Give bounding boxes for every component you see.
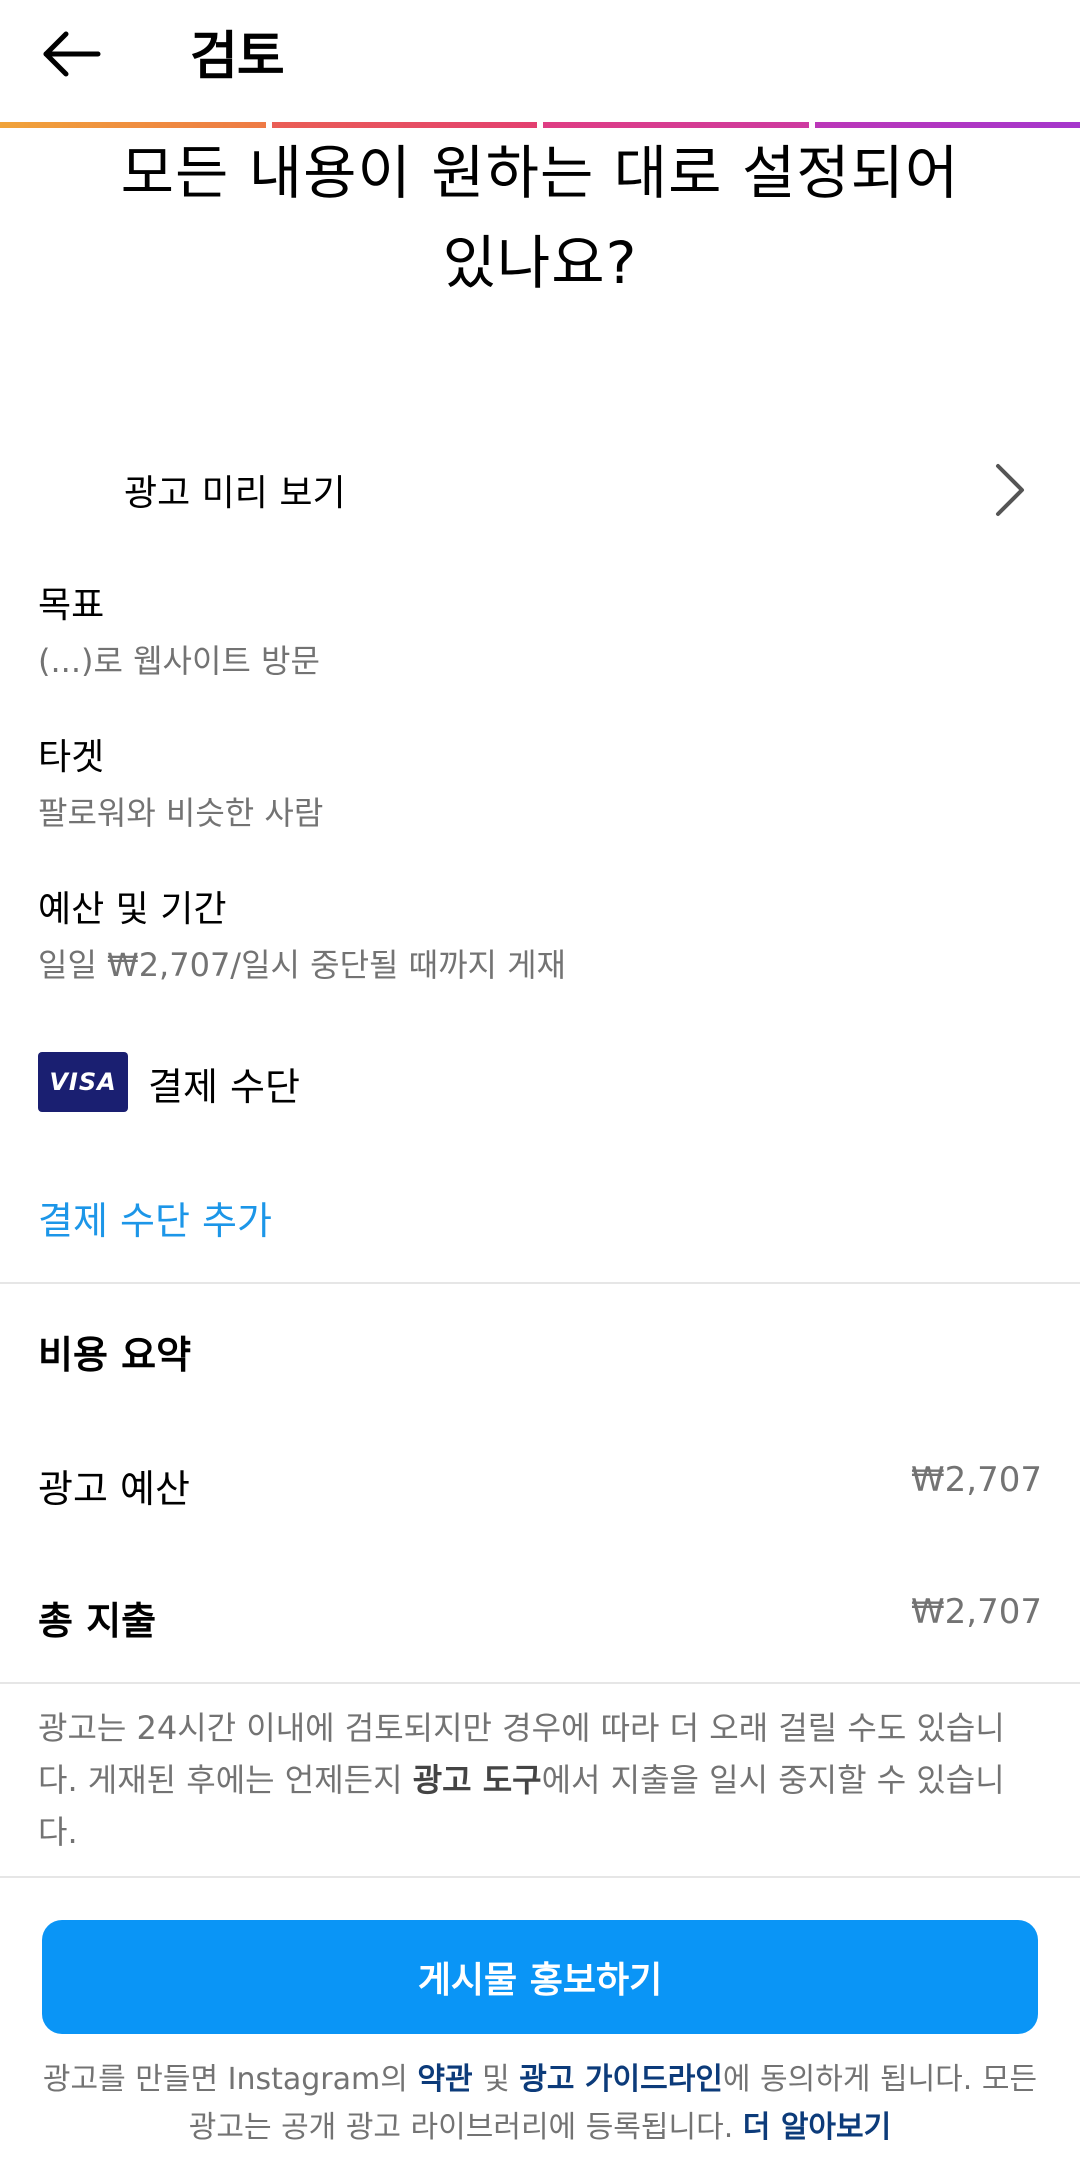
budget-label: 예산 및 기간: [38, 889, 227, 930]
terms-link[interactable]: 약관: [417, 2062, 472, 2097]
visa-card-icon: VISA: [38, 1052, 128, 1112]
cost-summary-title: 비용 요약: [38, 1333, 192, 1377]
goal-value: (...)로 웹사이트 방문: [38, 642, 320, 680]
divider: [0, 1682, 1080, 1684]
target-label: 타겟: [38, 737, 105, 778]
terms-text-1: 광고를 만들면 Instagram의: [42, 2062, 418, 2097]
goal-label: 목표: [38, 585, 105, 626]
divider: [0, 1282, 1080, 1284]
terms-text-2: 및: [472, 2062, 520, 2097]
page-title: 검토: [190, 27, 285, 87]
ad-guidelines-link[interactable]: 광고 가이드라인: [519, 2062, 723, 2097]
budget-duration-section[interactable]: 예산 및 기간 일일 ₩2,707/일시 중단될 때까지 게재: [38, 886, 1038, 988]
heading-line-2: 있나요?: [442, 229, 638, 297]
total-spend-label: 총 지출: [38, 1599, 157, 1643]
review-question-heading: 모든 내용이 원하는 대로 설정되어 있나요?: [60, 128, 1020, 308]
payment-method-row[interactable]: VISA 결제 수단: [38, 1052, 1038, 1112]
review-notice: 광고는 24시간 이내에 검토되지만 경우에 따라 더 오래 걸릴 수도 있습니…: [38, 1702, 1038, 1858]
goal-section[interactable]: 목표 (...)로 웹사이트 방문: [38, 582, 1038, 684]
target-value: 팔로워와 비슷한 사람: [38, 794, 324, 832]
chevron-right-icon: [990, 462, 1030, 518]
top-bar: 검토: [0, 0, 1080, 120]
ad-budget-label: 광고 예산: [38, 1467, 190, 1511]
total-spend-value: ₩2,707: [911, 1592, 1042, 1632]
back-arrow-icon[interactable]: [36, 20, 108, 92]
budget-value: 일일 ₩2,707/일시 중단될 때까지 게재: [38, 946, 566, 984]
heading-line-1: 모든 내용이 원하는 대로 설정되어: [120, 139, 960, 207]
add-payment-method-link[interactable]: 결제 수단 추가: [38, 1190, 272, 1245]
terms-notice: 광고를 만들면 Instagram의 약관 및 광고 가이드라인에 동의하게 됩…: [40, 2056, 1040, 2152]
promote-post-button[interactable]: 게시물 홍보하기: [42, 1920, 1038, 2034]
review-screen: 검토 모든 내용이 원하는 대로 설정되어 있나요? 광고 미리 보기 목표 (…: [0, 0, 1080, 2168]
learn-more-link[interactable]: 더 알아보기: [743, 2110, 891, 2145]
target-section[interactable]: 타겟 팔로워와 비슷한 사람: [38, 734, 1038, 836]
ad-preview-label: 광고 미리 보기: [124, 473, 346, 514]
ad-budget-row: 광고 예산 ₩2,707: [38, 1458, 1042, 1518]
ad-preview-row[interactable]: 광고 미리 보기: [0, 440, 1080, 540]
divider: [0, 1876, 1080, 1878]
ad-tools-text: 광고 도구: [412, 1761, 542, 1799]
total-spend-row: 총 지출 ₩2,707: [38, 1590, 1042, 1650]
payment-method-label: 결제 수단: [148, 1065, 300, 1109]
ad-budget-value: ₩2,707: [911, 1460, 1042, 1500]
